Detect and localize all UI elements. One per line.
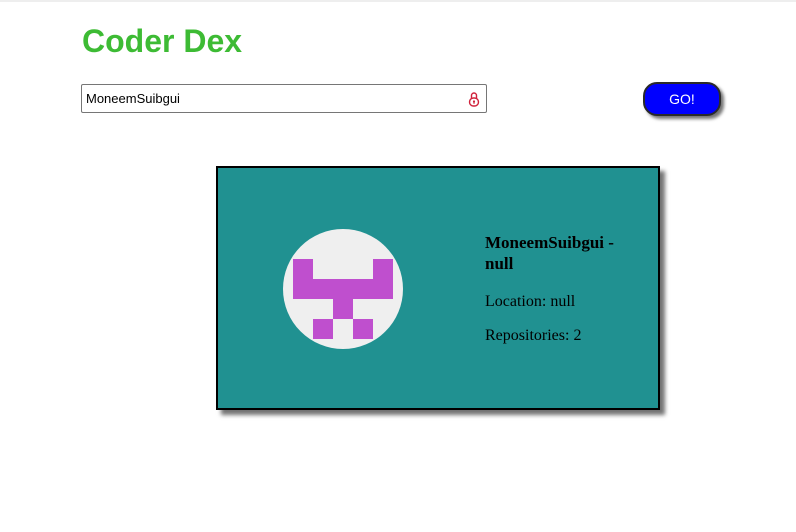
identicon-avatar [293, 259, 393, 339]
repos-label: Repositories: [485, 327, 574, 344]
profile-info: MoneemSuibgui - null Location: null Repo… [485, 232, 645, 346]
avatar [283, 229, 403, 349]
display-name: null [485, 254, 514, 273]
go-button[interactable]: GO! [643, 82, 721, 116]
search-box[interactable] [81, 84, 487, 113]
lock-icon[interactable] [468, 91, 480, 107]
profile-card: MoneemSuibgui - null Location: null Repo… [216, 166, 660, 410]
repos-value: 2 [573, 327, 582, 344]
location-line: Location: null [485, 292, 645, 312]
name-separator: - [604, 233, 614, 252]
username: MoneemSuibgui [485, 233, 605, 252]
page-title: Coder Dex [82, 23, 243, 59]
repositories-line: Repositories: 2 [485, 326, 645, 346]
user-heading: MoneemSuibgui - null [485, 232, 645, 274]
location-label: Location: [485, 293, 551, 310]
location-value: null [550, 293, 576, 310]
top-border [0, 0, 796, 2]
search-input[interactable] [82, 85, 462, 112]
